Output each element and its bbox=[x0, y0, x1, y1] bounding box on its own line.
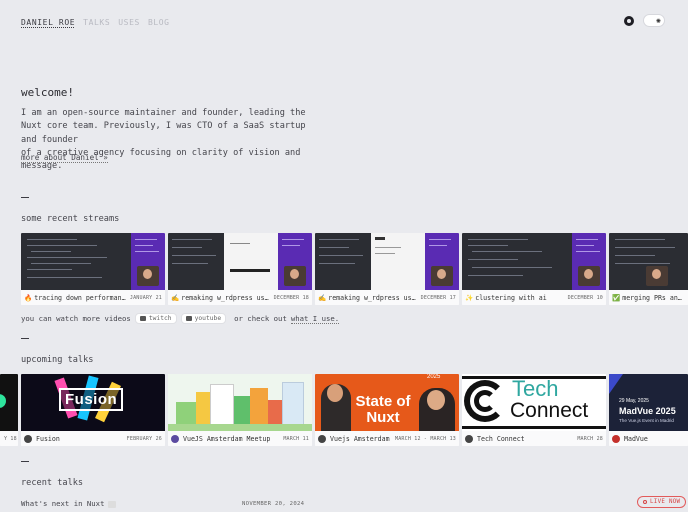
talk-thumbnail: 2025 State of Nuxt bbox=[315, 374, 459, 431]
recent-talk-title: What's next in Nuxt bbox=[21, 499, 105, 508]
writing-hand-icon: ✍️ bbox=[171, 293, 180, 302]
twitch-label: twitch bbox=[148, 315, 172, 322]
talk-date: Y 18 bbox=[4, 435, 17, 442]
github-icon[interactable] bbox=[624, 16, 634, 26]
stream-card[interactable]: ✨ clustering with ai DECEMBER 10 bbox=[462, 233, 606, 305]
stream-thumbnail bbox=[609, 233, 688, 290]
stream-thumbnail bbox=[462, 233, 606, 290]
talk-title: Tech Connect bbox=[477, 434, 525, 443]
avatar bbox=[612, 434, 620, 443]
intro-text: I am an open-source maintainer and found… bbox=[21, 107, 321, 173]
talk-thumbnail: 29 May, 2025 MadVue 2025 The Vue.js Even… bbox=[609, 374, 688, 431]
sun-icon: ✺ bbox=[656, 16, 661, 25]
talk-date: FEBRUARY 26 bbox=[126, 435, 162, 442]
talk-card[interactable]: 29 May, 2025 MadVue 2025 The Vue.js Even… bbox=[609, 374, 688, 446]
flag-icon bbox=[108, 500, 117, 508]
stream-card[interactable]: ✍️remaking w_rdpress using...DECEMBER 18 bbox=[168, 233, 312, 305]
nav-link-talks[interactable]: TALKS bbox=[83, 18, 110, 27]
talk-card[interactable]: VueJS Amsterdam Meetup MARCH 11 bbox=[168, 374, 312, 446]
fire-icon: 🔥 bbox=[24, 293, 33, 302]
recent-talk-item[interactable]: What's next in Nuxt bbox=[21, 499, 117, 508]
talk-card[interactable]: 2025 State of Nuxt Vuejs Amsterdam MARCH … bbox=[315, 374, 459, 446]
stream-card[interactable]: 🔥tracing down performance...JANUARY 21 bbox=[21, 233, 165, 305]
nav-link-uses[interactable]: USES bbox=[118, 18, 140, 27]
brand-link[interactable]: DANIEL ROE bbox=[21, 18, 75, 27]
stream-thumbnail bbox=[168, 233, 312, 290]
twitch-link[interactable]: twitch bbox=[134, 313, 177, 324]
fusion-logo: Fusion bbox=[59, 388, 124, 411]
talk-title: Fusion bbox=[36, 434, 60, 443]
talks-heading: upcoming talks bbox=[21, 355, 94, 365]
stream-date: DECEMBER 18 bbox=[273, 294, 309, 301]
stream-title: remaking w_rdpress using... bbox=[181, 293, 270, 302]
talk-date: MARCH 12 - MARCH 13 bbox=[395, 435, 456, 442]
avatar bbox=[465, 434, 473, 443]
divider bbox=[21, 338, 29, 339]
stream-thumbnail bbox=[315, 233, 459, 290]
talk-thumbnail bbox=[168, 374, 312, 431]
recent-talks-heading: recent talks bbox=[21, 478, 84, 488]
live-label: LIVE NOW bbox=[650, 499, 681, 505]
stream-title: merging PRs and mak bbox=[622, 293, 685, 302]
avatar bbox=[171, 434, 179, 443]
talk-title: Vuejs Amsterdam bbox=[330, 434, 390, 443]
intro-line: I am an open-source maintainer and found… bbox=[21, 108, 306, 118]
streams-row: 🔥tracing down performance...JANUARY 21 ✍… bbox=[21, 233, 688, 305]
watch-more: you can watch more videos twitch youtube… bbox=[21, 313, 340, 324]
stream-title: remaking w_rdpress using... bbox=[328, 293, 417, 302]
madvue-date: 29 May, 2025 bbox=[619, 398, 649, 404]
streams-heading: some recent streams bbox=[21, 214, 120, 224]
talk-thumbnail: Tech Connect bbox=[462, 374, 606, 431]
talk-date: MARCH 28 bbox=[577, 435, 603, 442]
stream-date: JANUARY 21 bbox=[129, 294, 162, 301]
watch-text: you can watch more videos bbox=[21, 314, 131, 323]
live-dot-icon bbox=[643, 500, 647, 504]
talk-date: MARCH 11 bbox=[283, 435, 309, 442]
stream-title: clustering with ai bbox=[475, 293, 547, 302]
youtube-icon bbox=[185, 316, 192, 321]
talk-card[interactable]: Y 18 bbox=[0, 374, 18, 446]
welcome-title: welcome! bbox=[21, 86, 74, 99]
live-now-badge[interactable]: LIVE NOW bbox=[637, 496, 687, 508]
stream-thumbnail bbox=[21, 233, 165, 290]
talk-year: 2025 bbox=[427, 374, 441, 380]
tech-text: Tech bbox=[512, 376, 559, 401]
more-about-link[interactable]: more about Daniel » bbox=[21, 153, 108, 163]
divider bbox=[21, 461, 29, 462]
madvue-title: MadVue 2025 bbox=[619, 406, 676, 416]
writing-hand-icon: ✍️ bbox=[318, 293, 327, 302]
avatar bbox=[318, 434, 326, 443]
youtube-label: youtube bbox=[194, 315, 222, 322]
stream-card[interactable]: ✅merging PRs and mak bbox=[609, 233, 688, 305]
avatar bbox=[24, 434, 32, 443]
talk-card[interactable]: Tech Connect Tech Connect MARCH 28 bbox=[462, 374, 606, 446]
talk-card[interactable]: Fusion Fusion FEBRUARY 26 bbox=[21, 374, 165, 446]
stream-title: tracing down performance... bbox=[34, 293, 127, 302]
divider bbox=[21, 197, 29, 198]
sparkles-icon: ✨ bbox=[465, 293, 474, 302]
watch-text: or check out bbox=[234, 314, 287, 323]
intro-line: Nuxt core team. Previously, I was CTO of… bbox=[21, 121, 306, 145]
state-of-nuxt-title: State of Nuxt bbox=[355, 393, 411, 426]
theme-toggle[interactable]: ✺ bbox=[643, 14, 665, 27]
top-nav: DANIEL ROE TALKS USES BLOG bbox=[21, 18, 170, 27]
stream-card[interactable]: ✍️remaking w_rdpress using...DECEMBER 17 bbox=[315, 233, 459, 305]
uses-link[interactable]: what I use. bbox=[290, 314, 340, 324]
talk-title: MadVue bbox=[624, 434, 648, 443]
stream-date: DECEMBER 17 bbox=[420, 294, 456, 301]
talks-row: Y 18 Fusion Fusion FEBRUARY 26 VueJS Amst… bbox=[0, 374, 688, 446]
connect-text: Connect bbox=[510, 399, 589, 422]
youtube-link[interactable]: youtube bbox=[180, 313, 227, 324]
talk-thumbnail: Fusion bbox=[21, 374, 165, 431]
recent-talk-date: NOVEMBER 20, 2024 bbox=[242, 501, 305, 507]
stream-date: DECEMBER 10 bbox=[567, 294, 603, 301]
twitch-icon bbox=[139, 316, 146, 321]
madvue-subtitle: The Vue.js Event in Madrid bbox=[619, 418, 674, 423]
check-icon: ✅ bbox=[612, 293, 621, 302]
talk-title: VueJS Amsterdam Meetup bbox=[183, 434, 271, 443]
nav-link-blog[interactable]: BLOG bbox=[148, 18, 170, 27]
